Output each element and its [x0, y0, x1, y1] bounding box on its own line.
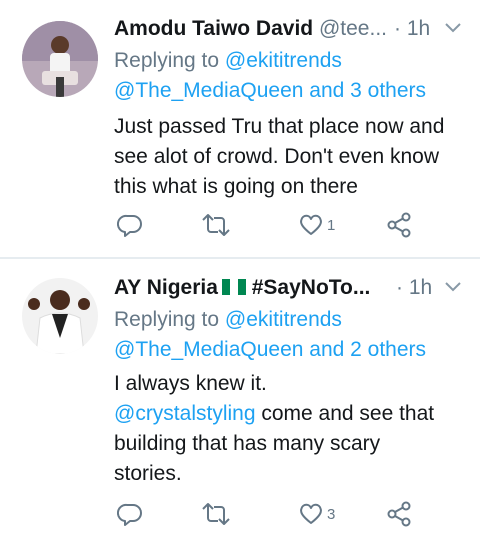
- replying-to-more: @The_MediaQueen and 3 others: [114, 76, 426, 106]
- tweet-text-line: stories.: [114, 462, 182, 485]
- share-icon: [387, 212, 411, 238]
- tweet-text-line: this what is going on there: [114, 175, 358, 198]
- nigeria-flag-icon: [221, 272, 246, 295]
- share-icon: [387, 501, 411, 527]
- tweet-text: Just passed Tru that place now and see a…: [114, 112, 469, 202]
- reply-mention-more[interactable]: @The_MediaQueen and 2 others: [114, 338, 426, 361]
- like-button[interactable]: [298, 212, 324, 244]
- retweet-icon: [202, 503, 230, 525]
- display-name[interactable]: Amodu Taiwo David: [114, 17, 313, 40]
- replying-to: Replying to @ekititrends: [114, 46, 342, 76]
- tweet-text-line: see alot of crowd. Don't even know: [114, 145, 440, 168]
- replying-to-more: @The_MediaQueen and 2 others: [114, 335, 426, 365]
- display-name-hashtag[interactable]: #SayNoTo...: [252, 276, 371, 299]
- tweet-text-line: I always knew it.: [114, 372, 267, 395]
- like-icon: [300, 214, 322, 235]
- like-button[interactable]: [298, 501, 324, 533]
- replying-prefix: Replying to: [114, 308, 220, 331]
- replying-prefix: Replying to: [114, 49, 220, 72]
- share-button[interactable]: [386, 212, 412, 244]
- tweet-text-line: Just passed Tru that place now and: [114, 115, 445, 138]
- avatar[interactable]: [22, 278, 98, 354]
- display-name[interactable]: AY Nigeria: [114, 276, 218, 299]
- share-button[interactable]: [386, 501, 412, 533]
- reply-mention[interactable]: @ekititrends: [225, 308, 342, 331]
- tweet[interactable]: Amodu Taiwo David @tee... · 1h Replying …: [0, 0, 480, 258]
- tweet-actions: 1: [0, 212, 480, 244]
- tweet-text-line: @crystalstyling come and see that: [114, 399, 469, 429]
- reply-icon: [117, 503, 142, 526]
- tweet-actions: 3: [0, 501, 480, 533]
- like-count: 1: [327, 217, 336, 234]
- tweet-header: Amodu Taiwo David @tee... · 1h: [114, 12, 464, 46]
- tweet-header: AY Nigeria #SayNoTo... · 1h: [114, 271, 464, 305]
- like-icon: [300, 503, 322, 524]
- chevron-down-icon[interactable]: [442, 16, 464, 38]
- retweet-button[interactable]: [200, 212, 232, 244]
- replying-to: Replying to @ekititrends: [114, 305, 342, 335]
- retweet-icon: [202, 214, 230, 236]
- like-count: 3: [327, 506, 336, 523]
- timestamp[interactable]: · 1h: [396, 271, 432, 305]
- reply-mention-more[interactable]: @The_MediaQueen and 3 others: [114, 79, 426, 102]
- tweet[interactable]: AY Nigeria #SayNoTo... · 1h Replying to …: [0, 259, 480, 542]
- reply-mention[interactable]: @ekititrends: [225, 49, 342, 72]
- tweet-text: I always knew it. @crystalstyling come a…: [114, 369, 469, 489]
- tweet-text-line: building that has many scary: [114, 432, 381, 455]
- retweet-button[interactable]: [200, 501, 232, 533]
- user-handle[interactable]: @tee...: [319, 17, 387, 40]
- reply-button[interactable]: [117, 501, 143, 533]
- reply-icon: [117, 214, 142, 237]
- user-mention[interactable]: @crystalstyling: [114, 402, 256, 425]
- tweet-text-segment: come and see that: [255, 402, 435, 425]
- avatar[interactable]: [22, 21, 98, 97]
- timestamp[interactable]: · 1h: [394, 12, 430, 46]
- reply-button[interactable]: [117, 212, 143, 244]
- chevron-down-icon[interactable]: [442, 275, 464, 297]
